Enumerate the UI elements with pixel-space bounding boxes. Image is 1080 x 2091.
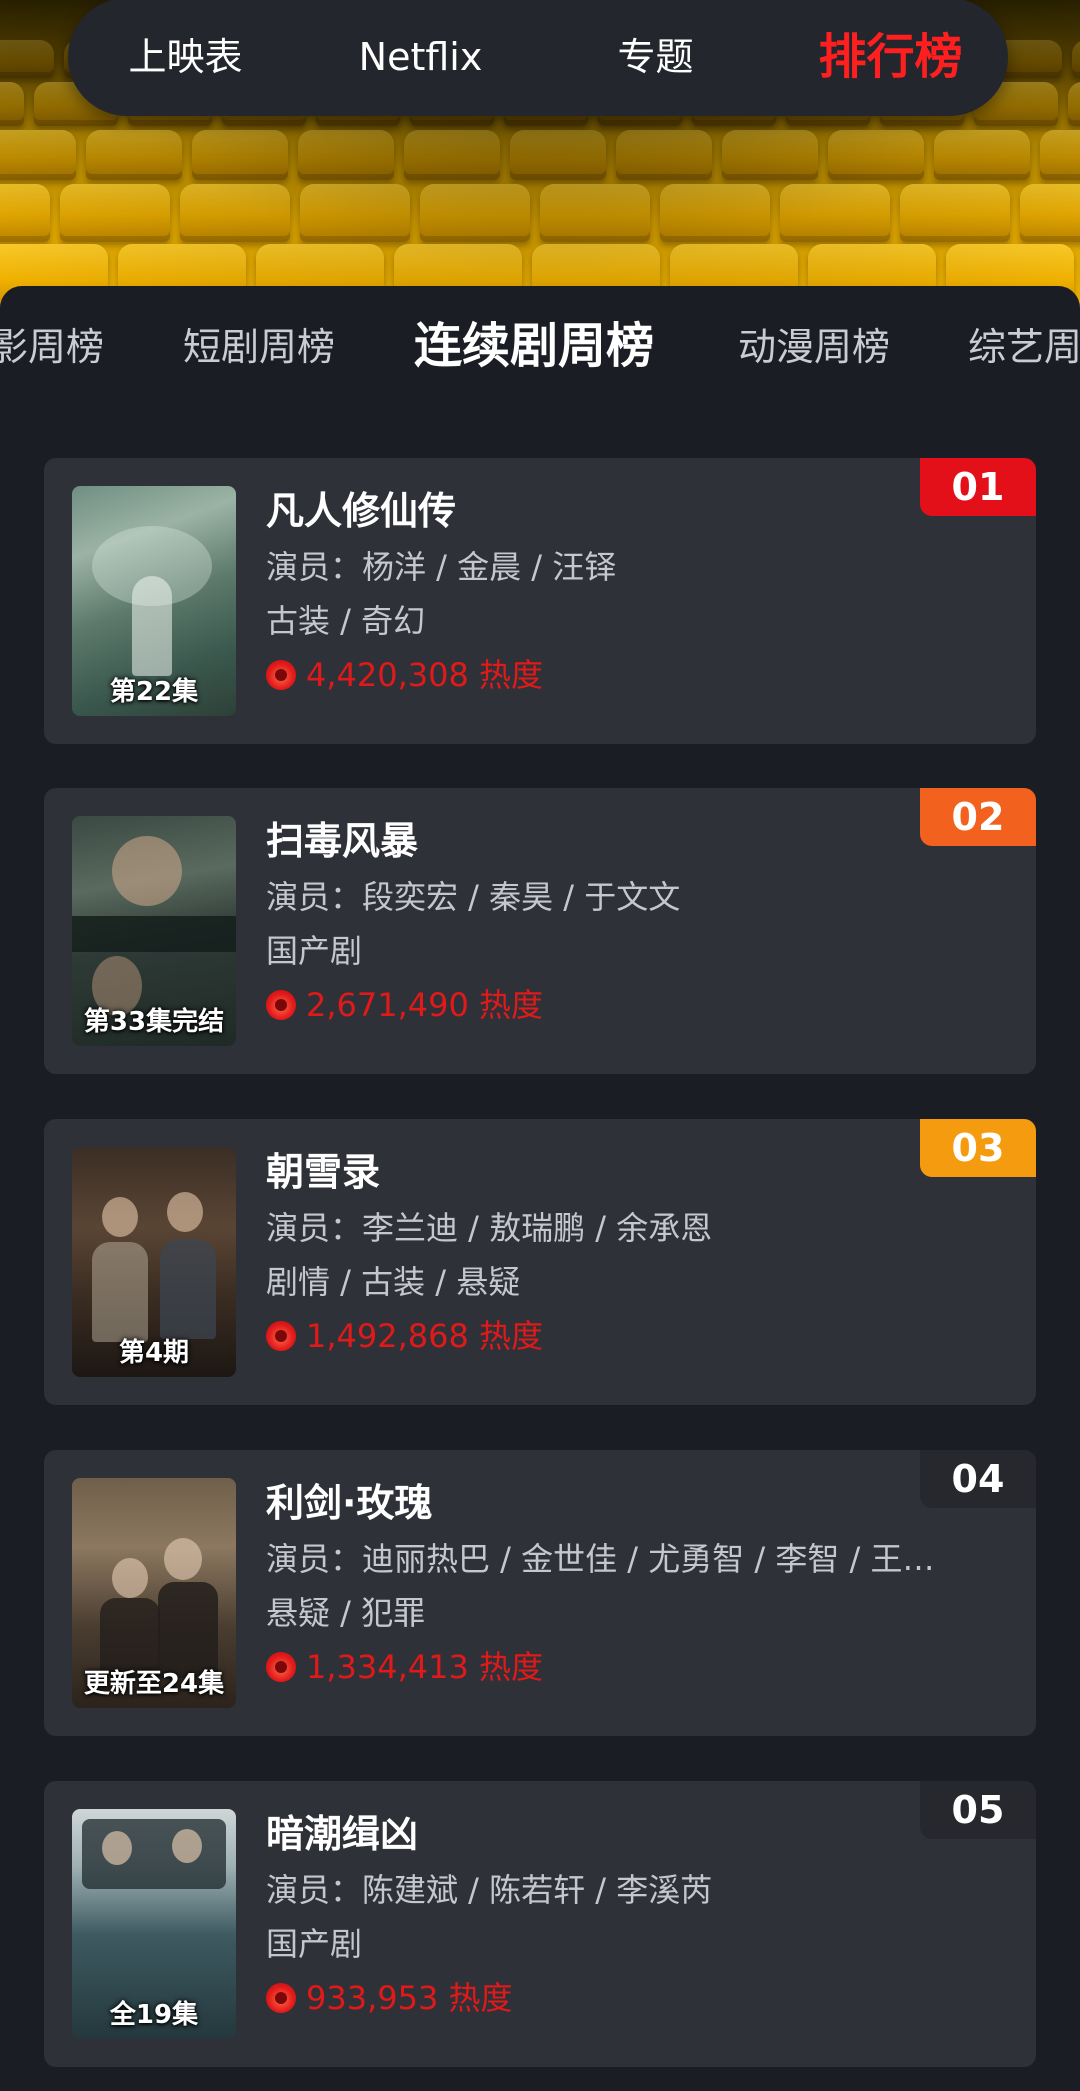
heat-value: 2,671,490 热度	[306, 986, 544, 1024]
ranking-card[interactable]: 第22集 01 凡人修仙传 演员：杨洋 / 金晨 / 汪铎 古装 / 奇幻 4,…	[44, 458, 1036, 744]
tab-variety-weekly[interactable]: 综艺周	[968, 322, 1080, 372]
poster-image: 第33集完结	[72, 816, 236, 1046]
ranking-card[interactable]: 全19集 05 暗潮缉凶 演员：陈建斌 / 陈若轩 / 李溪芮 国产剧 933,…	[44, 1781, 1036, 2067]
poster-image: 第22集	[72, 486, 236, 716]
nav-item-rankings[interactable]: 排行榜	[773, 0, 1008, 116]
show-title: 凡人修仙传	[266, 489, 457, 533]
show-title: 暗潮缉凶	[266, 1812, 419, 1856]
rank-badge: 05	[920, 1781, 1036, 1839]
genre-tags: 剧情 / 古装 / 悬疑	[266, 1263, 521, 1301]
tab-movie-weekly[interactable]: 影周榜	[0, 322, 104, 372]
heat-score: 1,334,413 热度	[266, 1644, 543, 1690]
heat-score: 2,671,490 热度	[266, 982, 543, 1028]
nav-item-rankings-label: 排行榜	[818, 29, 963, 85]
heat-value: 4,420,308 热度	[306, 656, 544, 694]
heat-value: 1,334,413 热度	[306, 1648, 544, 1686]
tab-anime-weekly[interactable]: 动漫周榜	[738, 322, 890, 372]
heat-value: 1,492,868 热度	[306, 1317, 544, 1355]
genre-tags: 国产剧	[266, 1925, 363, 1963]
poster-image: 更新至24集	[72, 1478, 236, 1708]
ranking-page: 上映表 Netflix 专题 排行榜 影周榜 短剧周榜 连续剧周榜 动漫周榜 综…	[0, 0, 1080, 2091]
flame-icon	[266, 1983, 296, 2013]
tab-series-weekly[interactable]: 连续剧周榜	[414, 316, 654, 376]
heat-value: 933,953 热度	[306, 1979, 513, 2017]
show-title: 扫毒风暴	[266, 819, 419, 863]
nav-item-netflix[interactable]: Netflix	[303, 0, 538, 116]
rank-badge: 03	[920, 1119, 1036, 1177]
flame-icon	[266, 990, 296, 1020]
poster-caption: 全19集	[109, 2000, 199, 2030]
rank-badge: 01	[920, 458, 1036, 516]
heat-score: 4,420,308 热度	[266, 652, 543, 698]
nav-item-topics[interactable]: 专题	[538, 0, 773, 116]
poster-image: 全19集	[72, 1809, 236, 2039]
flame-icon	[266, 1652, 296, 1682]
show-title: 利剑·玫瑰	[266, 1481, 433, 1525]
genre-tags: 国产剧	[266, 932, 363, 970]
top-nav: 上映表 Netflix 专题 排行榜	[68, 0, 1008, 116]
cast-list: 演员：迪丽热巴 / 金世佳 / 尤勇智 / 李智 / 王…	[266, 1540, 935, 1578]
nav-item-schedule[interactable]: 上映表	[68, 0, 303, 116]
rank-badge: 04	[920, 1450, 1036, 1508]
poster-caption: 第4期	[118, 1338, 190, 1368]
cast-list: 演员：段奕宏 / 秦昊 / 于文文	[266, 878, 681, 916]
flame-icon	[266, 1321, 296, 1351]
genre-tags: 古装 / 奇幻	[266, 602, 426, 640]
heat-score: 933,953 热度	[266, 1975, 513, 2021]
show-title: 朝雪录	[266, 1150, 381, 1194]
poster-image: 第4期	[72, 1147, 236, 1377]
ranking-card[interactable]: 更新至24集 04 利剑·玫瑰 演员：迪丽热巴 / 金世佳 / 尤勇智 / 李智…	[44, 1450, 1036, 1736]
ranking-card[interactable]: 第33集完结 02 扫毒风暴 演员：段奕宏 / 秦昊 / 于文文 国产剧 2,6…	[44, 788, 1036, 1074]
cast-list: 演员：李兰迪 / 敖瑞鹏 / 余承恩	[266, 1209, 713, 1247]
category-tabs: 影周榜 短剧周榜 连续剧周榜 动漫周榜 综艺周	[0, 286, 1080, 406]
poster-caption: 第33集完结	[83, 1007, 225, 1037]
tab-short-drama-weekly[interactable]: 短剧周榜	[183, 322, 335, 372]
cast-list: 演员：杨洋 / 金晨 / 汪铎	[266, 548, 617, 586]
rank-badge: 02	[920, 788, 1036, 846]
ranking-card[interactable]: 第4期 03 朝雪录 演员：李兰迪 / 敖瑞鹏 / 余承恩 剧情 / 古装 / …	[44, 1119, 1036, 1405]
cast-list: 演员：陈建斌 / 陈若轩 / 李溪芮	[266, 1871, 713, 1909]
heat-score: 1,492,868 热度	[266, 1313, 543, 1359]
poster-caption: 更新至24集	[83, 1669, 225, 1699]
flame-icon	[266, 660, 296, 690]
genre-tags: 悬疑 / 犯罪	[266, 1594, 426, 1632]
poster-caption: 第22集	[109, 677, 199, 707]
